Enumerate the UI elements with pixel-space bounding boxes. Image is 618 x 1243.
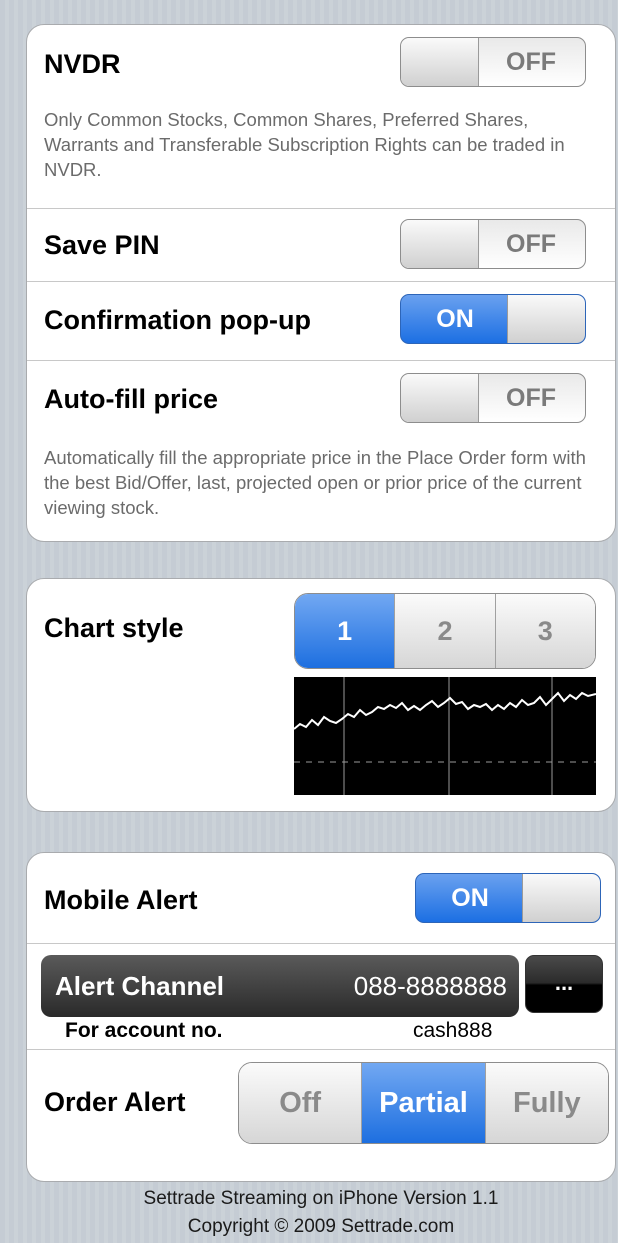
toggle-state-text: ON <box>451 884 489 912</box>
divider <box>27 943 615 944</box>
toggle-state-text: ON <box>436 305 474 333</box>
chart-style-option-1[interactable]: 1 <box>295 594 395 668</box>
alerts-group: Mobile Alert ON Alert Channel 088-888888… <box>26 852 616 1182</box>
account-value: cash888 <box>413 1019 493 1042</box>
footer-copyright: Copyright © 2009 Settrade.com <box>187 1216 455 1237</box>
chart-style-group: Chart style 1 2 3 <box>26 578 616 812</box>
toggle-state-text: OFF <box>506 48 556 76</box>
order-alert-option-partial[interactable]: Partial <box>361 1063 485 1143</box>
preferences-group: NVDR OFF Only Common Stocks, Common Shar… <box>26 24 616 542</box>
confirmation-popup-row: Confirmation pop-up ON <box>27 282 615 360</box>
save-pin-label: Save PIN <box>44 230 160 260</box>
account-label: For account no. <box>65 1019 223 1042</box>
chart-style-option-2[interactable]: 2 <box>394 594 495 668</box>
mobile-alert-toggle[interactable]: ON <box>415 873 601 923</box>
toggle-knob <box>522 874 600 922</box>
alert-channel-label: Alert Channel <box>55 971 225 1001</box>
chart-style-preview <box>294 677 596 795</box>
toggle-state-text: OFF <box>506 230 556 258</box>
order-alert-label: Order Alert <box>44 1087 186 1117</box>
order-alert-row: Order Alert Off Partial Fully <box>27 1050 615 1181</box>
alert-channel-edit-button[interactable]: ... <box>525 955 603 1013</box>
confirmation-popup-label: Confirmation pop-up <box>44 305 311 335</box>
auto-fill-price-description: Automatically fill the appropriate price… <box>44 447 586 518</box>
confirmation-popup-toggle[interactable]: ON <box>400 294 586 344</box>
alert-channel-bar[interactable]: Alert Channel 088-8888888 <box>41 955 519 1017</box>
auto-fill-price-row: Auto-fill price OFF Automatically fill t… <box>27 361 615 541</box>
save-pin-toggle[interactable]: OFF <box>400 219 586 269</box>
toggle-knob <box>401 374 479 422</box>
toggle-knob <box>401 220 479 268</box>
footer-version: Settrade Streaming on iPhone Version 1.1 <box>143 1188 499 1209</box>
auto-fill-price-toggle[interactable]: OFF <box>400 373 586 423</box>
toggle-knob <box>401 38 479 86</box>
nvdr-label: NVDR <box>44 49 121 79</box>
toggle-state-text: OFF <box>506 384 556 412</box>
chart-preview-line <box>294 691 596 730</box>
nvdr-description: Only Common Stocks, Common Shares, Prefe… <box>44 109 565 180</box>
nvdr-toggle[interactable]: OFF <box>400 37 586 87</box>
mobile-alert-row: Mobile Alert ON <box>27 853 615 943</box>
alert-channel-value: 088-8888888 <box>353 971 507 1001</box>
order-alert-option-off[interactable]: Off <box>239 1063 362 1143</box>
chart-style-segmented-control[interactable]: 1 2 3 <box>294 593 596 669</box>
mobile-alert-label: Mobile Alert <box>44 885 198 915</box>
save-pin-row: Save PIN OFF <box>27 209 615 281</box>
order-alert-option-fully[interactable]: Fully <box>484 1063 608 1143</box>
chart-style-label: Chart style <box>44 613 184 643</box>
toggle-knob <box>507 295 585 343</box>
nvdr-row: NVDR OFF Only Common Stocks, Common Shar… <box>27 25 615 208</box>
auto-fill-price-label: Auto-fill price <box>44 384 218 414</box>
order-alert-segmented-control[interactable]: Off Partial Fully <box>238 1062 609 1144</box>
chart-style-option-3[interactable]: 3 <box>494 594 595 668</box>
